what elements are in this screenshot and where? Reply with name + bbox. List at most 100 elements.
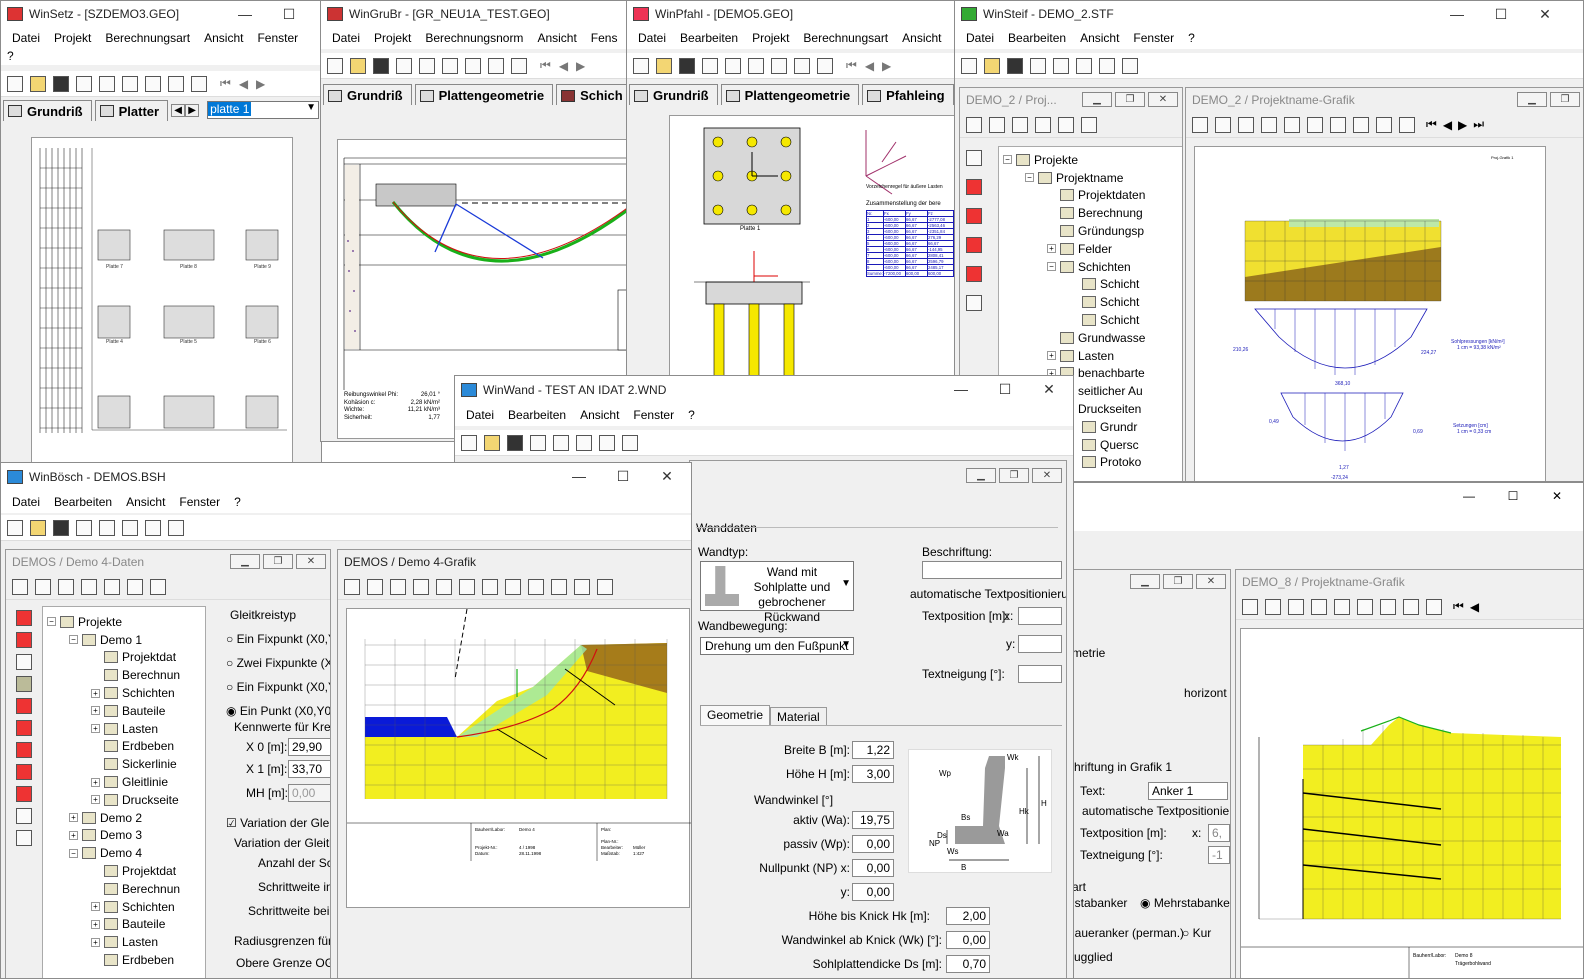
winsteif-titlebar[interactable]: WinSteif - DEMO_2.STF — ☐ ✕ (955, 1, 1583, 27)
steif-graph-window[interactable]: DEMO_2 / Projektname-Grafik ▁ ❐ ⏮ ◀ ▶ ⏭ Proj-… (1185, 87, 1583, 481)
chevron-down-icon[interactable]: ▼ (841, 639, 851, 650)
grid-icon[interactable] (771, 57, 787, 74)
tree-item[interactable]: Berechnun (43, 666, 205, 684)
mdi-titlebar[interactable]: DEMO_8 / Projektname-Grafik (1236, 570, 1583, 594)
tab-platten[interactable]: Platter (94, 99, 169, 121)
textpos-x-input[interactable] (1018, 607, 1062, 625)
menu-help[interactable]: ? (1, 49, 321, 65)
tree-item[interactable]: + Bauteile (43, 702, 205, 720)
textneigung-input[interactable]: -1 (1208, 846, 1230, 864)
tree-item[interactable]: − Schichten (999, 258, 1182, 276)
anchor-icon[interactable] (16, 654, 32, 670)
radio-mehrstabanker[interactable]: ◉ Mehrstabanke (1140, 896, 1230, 910)
zoom-icon[interactable] (76, 75, 92, 92)
menu-projekt[interactable]: Projekt (367, 31, 418, 45)
side-icon[interactable] (16, 676, 32, 692)
tab-grundriss[interactable]: Grundriß (3, 99, 92, 121)
hoehe-knick-input[interactable]: 2,00 (946, 907, 990, 925)
save-icon[interactable] (507, 434, 523, 451)
tool-icon[interactable] (1035, 116, 1051, 133)
mdi-titlebar[interactable]: DEMO_2 / Projektname-Grafik ▁ ❐ (1186, 88, 1583, 112)
nav-prev-icon[interactable]: ◀ (1443, 118, 1452, 132)
tool-icon[interactable] (1376, 116, 1392, 133)
save-icon[interactable] (53, 519, 69, 536)
tool-icon[interactable] (989, 116, 1005, 133)
tab-material[interactable]: Material (770, 707, 827, 726)
expander-icon[interactable]: − (69, 635, 78, 645)
tree-item[interactable]: Projektdat (43, 649, 205, 667)
expander-icon[interactable]: + (91, 795, 100, 805)
nav-prev-icon[interactable]: ◀ (559, 59, 568, 73)
tab-grundriss[interactable]: Grundriß (629, 84, 718, 105)
sohlplattendicke-input[interactable]: 0,70 (946, 955, 990, 973)
minimize-button[interactable]: ▁ (230, 554, 260, 569)
textpos-y-input[interactable] (1018, 635, 1062, 653)
tree-item[interactable]: + Lasten (43, 720, 205, 738)
nav-first-icon[interactable]: ⏮ (540, 58, 551, 73)
mdi-titlebar[interactable]: DEMOS / Demo 4-Grafik (338, 550, 691, 574)
tool-icon[interactable] (1081, 116, 1097, 133)
winbosch-titlebar[interactable]: WinBösch - DEMOS.BSH — ☐ ✕ (1, 463, 691, 491)
minimize-button[interactable]: ▁ (1130, 574, 1160, 589)
tab-scroll-left[interactable]: ◀ (171, 103, 186, 117)
view-icon[interactable] (748, 57, 764, 74)
tree-item[interactable]: Berechnung (999, 204, 1182, 222)
print-icon[interactable] (488, 57, 504, 74)
cut-icon[interactable] (76, 519, 92, 536)
tree-item[interactable]: + Lasten (43, 933, 205, 951)
help-icon[interactable] (622, 434, 638, 451)
side-icon[interactable] (16, 720, 32, 736)
tab-plattengeometrie[interactable]: Plattengeometrie (414, 84, 554, 105)
nav-next-icon[interactable]: ▶ (576, 59, 585, 73)
close-button[interactable]: ✕ (1148, 92, 1178, 107)
tree-item[interactable]: − Demo 4 (43, 844, 205, 862)
tree-item[interactable]: − Demo 1 (43, 631, 205, 649)
bosch-data-window[interactable]: DEMOS / Demo 4-Daten ▁ ❐ ✕ − Projekte − Demo 1… (5, 549, 331, 978)
aktiv-input[interactable]: 19,75 (852, 811, 894, 829)
tool-icon[interactable] (1284, 116, 1300, 133)
tool-icon[interactable] (1288, 598, 1304, 615)
radio-ein-fixpunkt-2[interactable]: ○ Ein Fixpunkt (X0,Y (226, 680, 330, 694)
wingrubr-titlebar[interactable]: WinGruBr - [GR_NEU1A_TEST.GEO] (321, 1, 637, 27)
menu-berechnungsnorm[interactable]: Berechnungsnorm (418, 31, 530, 45)
wandbewegung-select[interactable]: Drehung um den Fußpunkt ▼ (700, 637, 854, 655)
wand-data-window[interactable]: ▁ ❐ ✕ Wanddaten Wandtyp: Wand mit Sohlplat… (689, 460, 1067, 978)
menu-bearbeiten[interactable]: Bearbeiten (47, 495, 119, 509)
print-icon[interactable] (794, 57, 810, 74)
close-button[interactable]: ✕ (645, 463, 689, 489)
mdi-titlebar[interactable]: DEMOS / Demo 4-Daten ▁ ❐ ✕ (6, 550, 330, 574)
maximize-button[interactable]: ☐ (983, 376, 1027, 402)
tool-icon[interactable] (1311, 598, 1327, 615)
tool-icon[interactable] (1307, 116, 1323, 133)
menu-ansicht[interactable]: Ansicht (530, 31, 583, 45)
undo-icon[interactable] (367, 578, 383, 595)
expander-icon[interactable]: − (1025, 173, 1034, 183)
mh-input[interactable]: 0,00 (288, 784, 330, 802)
menu-ansicht[interactable]: Ansicht (573, 408, 626, 422)
new-icon[interactable] (327, 57, 343, 74)
expander-icon[interactable]: + (91, 937, 100, 947)
menu-fenster[interactable]: Fenster (1126, 31, 1181, 45)
close-button[interactable]: ✕ (1032, 468, 1062, 483)
maximize-button[interactable]: ☐ (1479, 1, 1523, 27)
minimize-button[interactable]: ▁ (966, 468, 996, 483)
tab-grundriss[interactable]: Grundriß (323, 84, 412, 105)
undo-icon[interactable] (1215, 116, 1231, 133)
tool-icon[interactable] (1012, 116, 1028, 133)
help-icon[interactable] (168, 519, 184, 536)
tree-item[interactable]: Erdbeben (43, 951, 205, 969)
side-icon[interactable] (16, 698, 32, 714)
tree-item[interactable]: − Projekte (43, 613, 205, 631)
menu-help[interactable]: ? (1181, 31, 1202, 45)
side-icon[interactable] (16, 632, 32, 648)
x1-input[interactable]: 33,70 (288, 760, 330, 778)
menu-bearbeiten[interactable]: Bearbeiten (673, 31, 745, 45)
minimize-button[interactable]: — (1435, 1, 1479, 27)
open-icon[interactable] (30, 75, 46, 92)
mdi-titlebar[interactable]: ▁ ❐ ✕ (690, 461, 1066, 491)
menu-fenster[interactable]: Fenster (626, 408, 681, 422)
side-icon[interactable] (16, 742, 32, 758)
tool-icon[interactable] (436, 578, 452, 595)
side-icon[interactable] (966, 150, 982, 166)
new-icon[interactable] (461, 434, 477, 451)
